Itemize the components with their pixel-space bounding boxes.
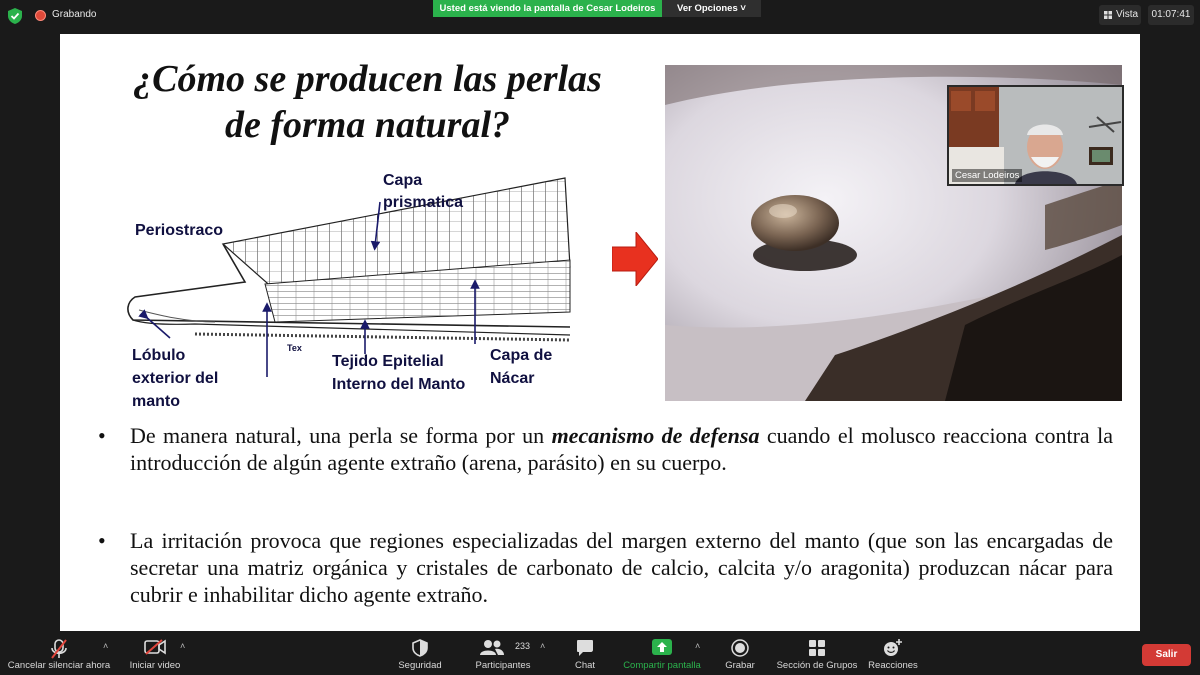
diagram-label-nacar-2: Nácar: [490, 370, 534, 387]
microphone-muted-icon: [51, 639, 67, 659]
participants-label: Participantes: [475, 660, 531, 671]
bullet2-text: La irritación provoca que regiones espec…: [130, 528, 1113, 607]
diagram-label-tex: Tex: [287, 343, 302, 353]
diagram-label-lobulo-2: exterior del: [132, 370, 218, 387]
view-layout-label: Vista: [1116, 9, 1139, 20]
breakout-rooms-icon: [809, 640, 825, 656]
reactions-label: Reacciones: [868, 660, 918, 671]
security-button[interactable]: Seguridad: [390, 633, 450, 675]
share-options-caret-icon[interactable]: ˄: [695, 641, 700, 651]
slide-title-line2: de forma natural?: [224, 104, 511, 146]
recording-label: Grabando: [52, 9, 97, 20]
share-screen-button[interactable]: Compartir pantalla: [618, 633, 706, 675]
red-arrow-icon: [612, 232, 658, 286]
reactions-button[interactable]: Reacciones: [864, 633, 922, 675]
participants-caret-icon[interactable]: ˄: [540, 641, 545, 651]
view-options-label: Ver Opciones: [677, 3, 738, 14]
video-off-icon: [144, 639, 166, 655]
audio-options-caret-icon[interactable]: ˄: [103, 641, 108, 651]
bullet1-text-pre: De manera natural, una perla se forma po…: [130, 423, 552, 448]
unmute-label: Cancelar silenciar ahora: [7, 660, 111, 671]
participant-video-thumbnail[interactable]: Cesar Lodeiros: [947, 85, 1124, 186]
diagram-label-capa-prismatica-2: prismatica: [383, 194, 463, 211]
diagram-label-nacar-1: Capa de: [490, 347, 552, 364]
chat-button[interactable]: Chat: [565, 633, 605, 675]
bullet-dot: •: [98, 423, 106, 448]
security-label: Seguridad: [398, 660, 442, 671]
meeting-toolbar: Cancelar silenciar ahora ˄ Iniciar video…: [0, 633, 1200, 675]
participant-name-label: Cesar Lodeiros: [952, 169, 1023, 182]
reactions-icon: [884, 639, 902, 656]
shield-icon: [412, 639, 428, 657]
bullet-dot: •: [98, 528, 106, 553]
record-icon: [731, 639, 749, 657]
recording-icon: [35, 10, 46, 21]
participants-button[interactable]: Participantes: [468, 633, 538, 675]
view-options-button[interactable]: Ver Opciones ˅: [662, 0, 761, 17]
meeting-timer: 01:07:41: [1148, 5, 1194, 25]
share-screen-icon: [652, 639, 672, 655]
diagram-label-tejido-1: Tejido Epitelial: [332, 353, 444, 370]
encryption-shield-icon[interactable]: [8, 8, 22, 24]
unmute-button[interactable]: Cancelar silenciar ahora: [5, 633, 113, 675]
diagram-label-lobulo-3: manto: [132, 393, 180, 410]
share-screen-label: Compartir pantalla: [623, 660, 701, 671]
slide-title-line1: ¿Cómo se producen las perlas: [133, 58, 602, 100]
chat-label: Chat: [574, 660, 596, 671]
diagram-label-capa-prismatica-1: Capa: [383, 172, 422, 189]
record-button[interactable]: Grabar: [718, 633, 762, 675]
participants-count: 233: [515, 641, 531, 651]
breakout-rooms-button[interactable]: Sección de Grupos: [774, 633, 860, 675]
leave-meeting-button[interactable]: Salir: [1142, 644, 1191, 666]
view-layout-button[interactable]: Vista: [1099, 5, 1141, 25]
shell-section-diagram: Capa prismatica Periostraco Lóbulo exter…: [127, 172, 571, 410]
start-video-label: Iniciar video: [129, 660, 181, 671]
chat-icon: [577, 640, 593, 656]
chevron-down-icon: ˅: [740, 3, 746, 14]
diagram-label-periostraco: Periostraco: [135, 222, 223, 239]
diagram-label-lobulo-1: Lóbulo: [132, 347, 186, 364]
bullet-item-1: • De manera natural, una perla se forma …: [98, 422, 1113, 476]
slide-title: ¿Cómo se producen las perlas de forma na…: [100, 56, 635, 148]
diagram-label-tejido-2: Interno del Manto: [332, 376, 466, 393]
video-options-caret-icon[interactable]: ˄: [180, 641, 185, 651]
bullet1-text-emphasis: mecanismo de defensa: [551, 423, 760, 448]
grid-icon: [1104, 11, 1112, 19]
screen-share-banner: Usted está viendo la pantalla de Cesar L…: [433, 0, 662, 17]
bullet-item-2: • La irritación provoca que regiones esp…: [98, 527, 1113, 608]
shared-slide: ¿Cómo se producen las perlas de forma na…: [60, 34, 1140, 631]
start-video-button[interactable]: Iniciar video: [125, 633, 185, 675]
record-label: Grabar: [725, 660, 755, 671]
meeting-top-bar: Grabando Usted está viendo la pantalla d…: [0, 0, 1200, 32]
participants-icon: [480, 640, 504, 655]
breakout-rooms-label: Sección de Grupos: [776, 660, 858, 671]
slide-bullets: • De manera natural, una perla se forma …: [98, 422, 1113, 608]
